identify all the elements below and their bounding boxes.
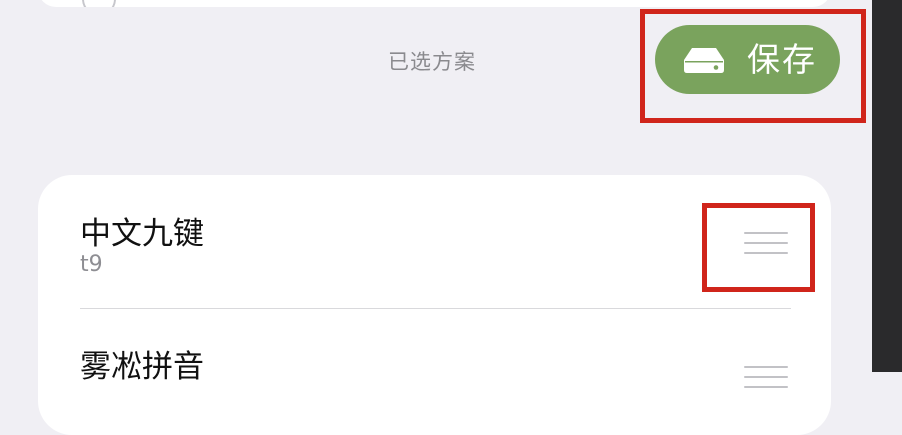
window-edge: [872, 0, 902, 372]
highlight-box-handle: [702, 203, 815, 292]
highlight-box-save: [640, 9, 866, 123]
scheme-title: 雾凇拼音: [80, 349, 204, 385]
divider: [80, 308, 791, 309]
scheme-id: t9: [80, 252, 103, 277]
scheme-title: 中文九键: [80, 216, 204, 252]
radio-button[interactable]: [82, 0, 116, 7]
list-item-subtitle: radical_pinyin: [160, 0, 312, 7]
section-header: 已选方案: [388, 50, 476, 74]
list-item-radical-pinyin[interactable]: radical_pinyin: [38, 0, 831, 7]
drag-handle-icon[interactable]: [744, 366, 788, 390]
